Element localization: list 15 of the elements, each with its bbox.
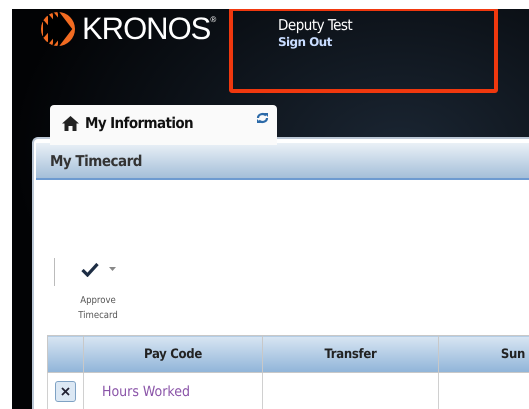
column-header[interactable]: Sun [438, 336, 529, 372]
approve-button[interactable]: Approve Timecard [68, 258, 128, 323]
column-header[interactable]: Pay Code [84, 336, 262, 372]
refresh-icon[interactable] [256, 112, 269, 124]
logo-text: KRONOS$^{®}$ [82, 11, 216, 47]
logo-icon [40, 11, 76, 47]
delete-button[interactable] [55, 381, 76, 402]
home-icon [62, 116, 79, 130]
column-header[interactable]: Transfer [262, 336, 438, 372]
close-icon [61, 387, 70, 396]
user-name: Deputy Test [278, 16, 352, 34]
panel-title: My Timecard [50, 152, 142, 170]
checkmark-icon [80, 262, 98, 276]
sign-out-link[interactable]: Sign Out [278, 35, 332, 49]
tab[interactable]: My Information [50, 105, 277, 145]
